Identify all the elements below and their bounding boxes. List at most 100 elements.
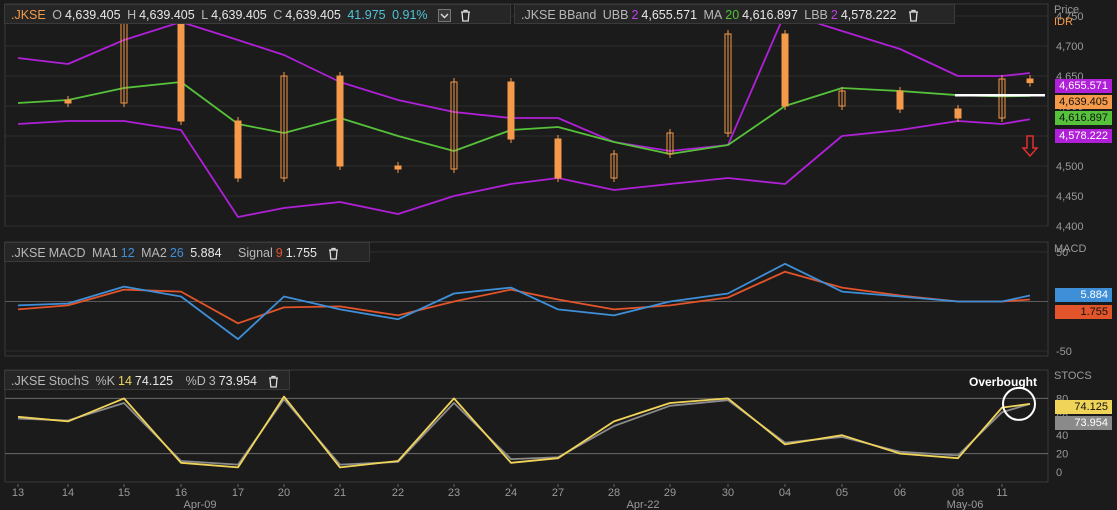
x-tick-label-21: 21 — [334, 487, 346, 499]
candle-body — [507, 81, 515, 140]
trash-icon[interactable] — [907, 9, 920, 22]
ma-tag: 4,616.897 — [1055, 111, 1112, 125]
d-tag: 73.954 — [1055, 416, 1112, 430]
ma-label: MA — [703, 8, 723, 22]
x-tick-label-11: 11 — [996, 487, 1007, 499]
low-label: L — [201, 8, 209, 22]
change-value: 41.975 — [347, 8, 386, 22]
signal-label: Signal — [238, 246, 273, 260]
ma-period: 20 — [725, 8, 740, 22]
ma1-label: MA1 — [92, 246, 118, 260]
ma-value: 4,616.897 — [742, 8, 798, 22]
x-tick-label-29: 29 — [664, 487, 676, 499]
close-label: C — [273, 8, 283, 22]
month-label: Apr-22 — [626, 499, 659, 510]
price-axis-unit: IDR — [1054, 16, 1073, 28]
price-pane-frame — [4, 3, 1049, 227]
x-tick-label-24: 24 — [505, 487, 517, 499]
price-tick-label: 4,700 — [1056, 41, 1084, 53]
price-axis-title: Price — [1054, 4, 1080, 16]
macd-tick-label: -50 — [1056, 346, 1072, 358]
stoch-d-line — [17, 398, 1031, 466]
candle-body — [64, 99, 72, 104]
down-arrow-icon — [1021, 135, 1039, 158]
candle-body — [896, 90, 904, 110]
stoch-name: StochS — [48, 374, 90, 388]
x-tick-label-16: 16 — [175, 487, 187, 499]
stoch-k-line — [17, 395, 1031, 469]
candle-body — [554, 138, 562, 179]
price-tick-label: 4,400 — [1056, 221, 1084, 233]
overbought-annotation: Overbought — [969, 375, 1037, 389]
k-value: 74.125 — [134, 374, 174, 388]
candle-body — [781, 33, 789, 107]
ma2-label: MA2 — [141, 246, 167, 260]
stoch-axis-title: STOCS — [1054, 370, 1092, 382]
candle-body — [1026, 78, 1034, 84]
signal-line — [17, 270, 1031, 325]
chevron-down-icon[interactable] — [438, 9, 452, 23]
stoch-legend: .JKSE StochS %K 14 74.125 %D 3 73.954 — [4, 370, 290, 390]
ubb-label: UBB — [602, 8, 629, 22]
symbol-label: .JKSE — [11, 8, 46, 22]
close-value: 4,639.405 — [285, 8, 341, 22]
lbb-tag: 4,578.222 — [1055, 129, 1112, 143]
macd-legend: .JKSE MACD MA1 12 MA2 26 5.884 Signal 9 1.755 — [4, 242, 370, 262]
x-tick-label-05: 05 — [836, 487, 848, 499]
month-label: May-06 — [947, 499, 984, 510]
x-tick-label-20: 20 — [278, 487, 290, 499]
x-tick-label-22: 22 — [392, 487, 404, 499]
ma1-value: 12 — [120, 246, 135, 260]
price-legend: .JKSE O 4,639.405 H 4,639.405 L 4,639.405 C… — [4, 4, 511, 24]
x-tick-label-06: 06 — [894, 487, 906, 499]
trash-icon[interactable] — [459, 9, 472, 22]
stoch-tick-label: 0 — [1056, 467, 1062, 479]
x-tick-label-27: 27 — [552, 487, 564, 499]
x-tick-label-15: 15 — [118, 487, 130, 499]
bband-symbol: .JKSE — [521, 8, 556, 22]
x-tick-label-28: 28 — [608, 487, 620, 499]
x-tick-label-23: 23 — [448, 487, 460, 499]
lbb-label: LBB — [804, 8, 828, 22]
signal-period: 9 — [275, 246, 283, 260]
lbb-value: 4,578.222 — [840, 8, 897, 22]
bband-legend: .JKSE BBand UBB 2 4,655.571 MA 20 4,616.897 L… — [514, 4, 955, 24]
x-tick-label-08: 08 — [952, 487, 964, 499]
d-label: %D — [185, 374, 206, 388]
macd-value: 5.884 — [190, 246, 222, 260]
close-tag: 4,639.405 — [1055, 95, 1112, 109]
signal-tag: 1.755 — [1055, 305, 1112, 319]
macd-axis-title: MACD — [1054, 243, 1087, 255]
ubb-tag: 4,655.571 — [1055, 79, 1112, 93]
ma2-value: 26 — [169, 246, 184, 260]
overbought-circle — [1002, 386, 1036, 421]
k-period: 14 — [118, 374, 132, 388]
d-period: 3 — [208, 374, 216, 388]
high-value: 4,639.405 — [139, 8, 195, 22]
trash-icon[interactable] — [267, 375, 280, 388]
candle-body — [336, 75, 344, 167]
x-tick-label-13: 13 — [12, 487, 24, 499]
x-tick-label-17: 17 — [232, 487, 244, 499]
bband-upper-line — [17, 12, 1031, 152]
ubb-value: 4,655.571 — [641, 8, 698, 22]
price-tick-label: 4,500 — [1056, 161, 1084, 173]
k-label: %K — [95, 374, 115, 388]
lbb-period: 2 — [830, 8, 838, 22]
high-label: H — [127, 8, 137, 22]
candle-body — [177, 21, 185, 122]
k-tag: 74.125 — [1055, 400, 1112, 414]
trash-icon[interactable] — [327, 247, 340, 260]
candle-body — [394, 165, 402, 170]
x-tick-label-04: 04 — [779, 487, 791, 499]
signal-value: 1.755 — [285, 246, 317, 260]
macd-name: MACD — [48, 246, 86, 260]
x-tick-label-14: 14 — [62, 487, 74, 499]
stoch-symbol: .JKSE — [11, 374, 46, 388]
stoch-tick-label: 40 — [1056, 430, 1068, 442]
macd-symbol: .JKSE — [11, 246, 46, 260]
d-value: 73.954 — [218, 374, 257, 388]
bband-name: BBand — [558, 8, 597, 22]
open-value: 4,639.405 — [64, 8, 121, 22]
ubb-period: 2 — [631, 8, 639, 22]
